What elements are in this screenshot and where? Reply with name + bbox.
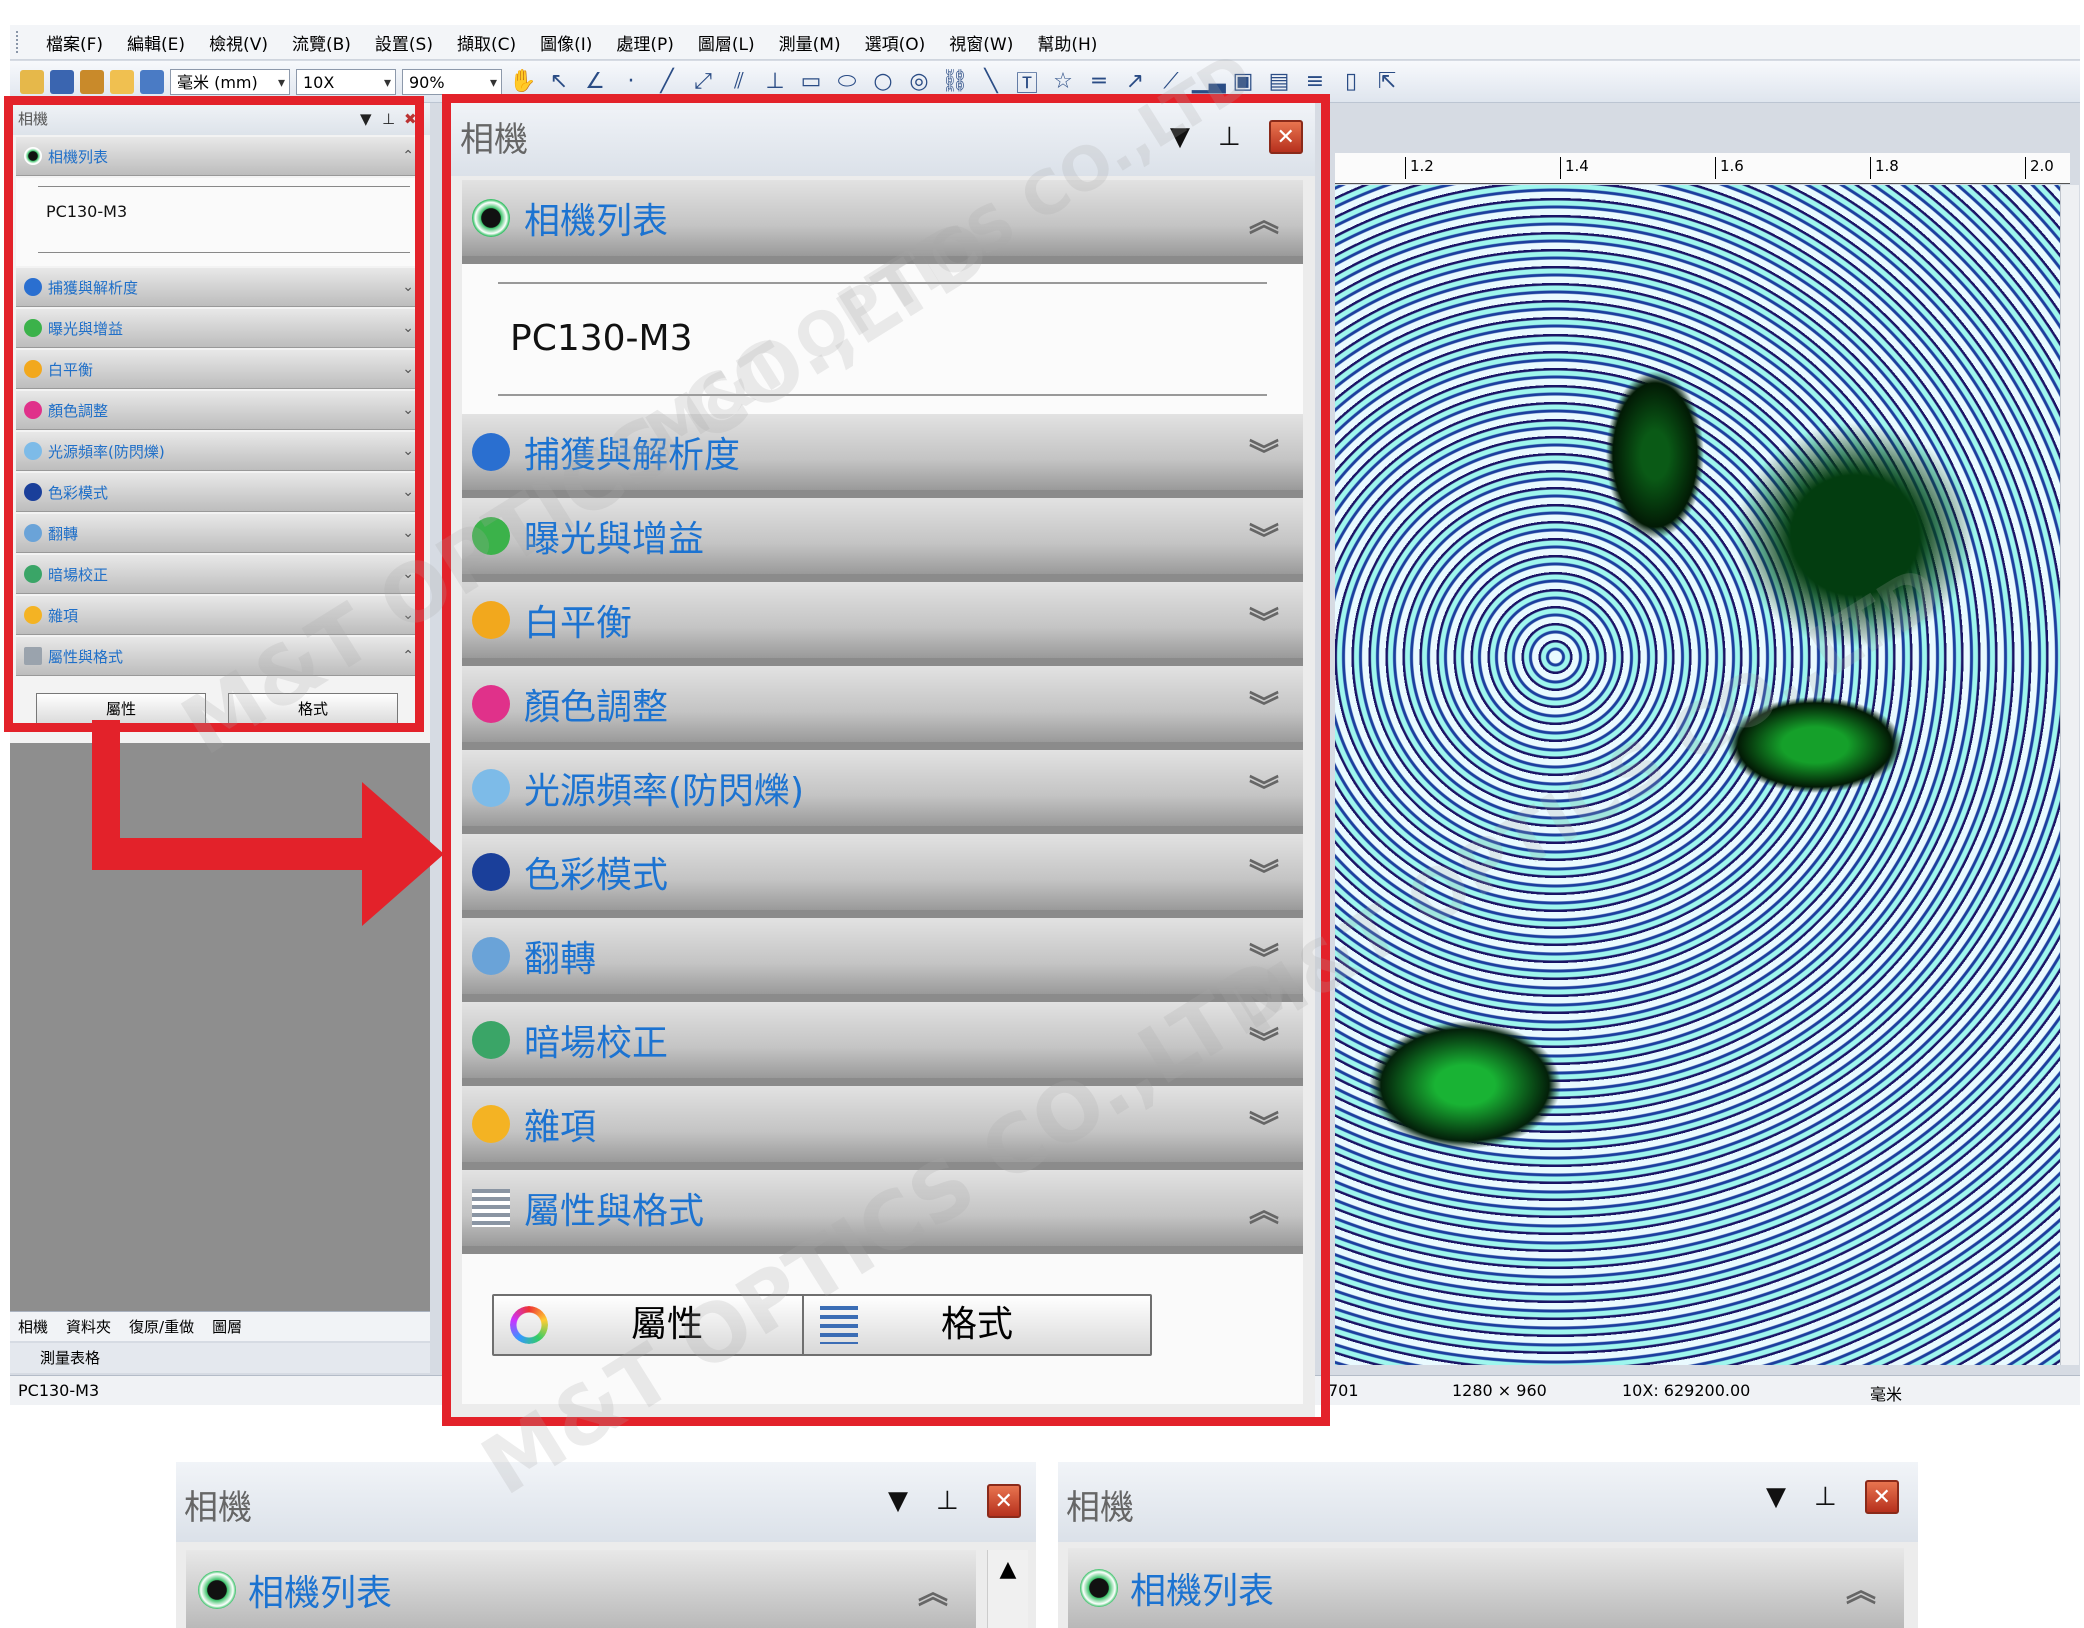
text-tool-icon[interactable]: 🅃 — [1012, 66, 1042, 98]
menu-layer[interactable]: 圖層(L) — [686, 30, 767, 55]
close-icon[interactable]: ✕ — [986, 1484, 1021, 1518]
scale-bar-icon[interactable]: ═ — [1084, 69, 1114, 94]
menu-browse[interactable]: 流覽(B) — [280, 30, 363, 55]
zoom-select[interactable]: 90% — [402, 68, 502, 96]
camera-list-label: 相機列表 — [248, 1573, 393, 1614]
menu-window[interactable]: 視窗(W) — [937, 30, 1025, 55]
collapse-icon[interactable]: ︽ — [918, 1568, 948, 1612]
collapse-icon[interactable]: ︽ — [1846, 1566, 1876, 1610]
pointer-icon[interactable]: ↖ — [544, 69, 574, 94]
status-resolution: 1280 × 960 — [1452, 1381, 1547, 1400]
ruler-label: 2.0 — [2025, 157, 2054, 179]
open-icon[interactable] — [20, 69, 44, 94]
ruler-label: 1.2 — [1405, 157, 1434, 179]
tab-camera[interactable]: 相機 — [18, 1316, 48, 1337]
menu-measure[interactable]: 測量(M) — [767, 30, 853, 55]
menu-grip — [16, 31, 24, 53]
menu-image[interactable]: 圖像(I) — [528, 30, 604, 55]
horizontal-ruler: 1.2 1.4 1.6 1.8 2.0 — [1335, 153, 2070, 184]
camera-panel-title-bar: 相機 ▼ ⊥ ✕ — [1058, 1462, 1918, 1542]
menu-options[interactable]: 選項(O) — [853, 30, 938, 55]
close-icon[interactable]: ✕ — [1864, 1480, 1899, 1514]
rectangle-tool-icon[interactable]: ▭ — [796, 69, 826, 94]
scrollbar[interactable]: ▲ — [987, 1550, 1028, 1628]
camera-list-label: 相機列表 — [1130, 1571, 1275, 1612]
status-unit: 毫米 — [1870, 1385, 1903, 1404]
menu-process[interactable]: 處理(P) — [604, 30, 686, 55]
save-icon[interactable] — [50, 69, 74, 94]
camera-panel-bottom-left: 相機 ▼ ⊥ ✕ 相機列表 ︽ ▲ — [176, 1462, 1036, 1628]
polyline-tool-icon[interactable]: ⤢ — [688, 69, 718, 94]
camera-icon — [1080, 1569, 1118, 1607]
save-all-icon[interactable] — [80, 69, 104, 94]
menu-help[interactable]: 幫助(H) — [1025, 30, 1109, 55]
tab-folder[interactable]: 資料夾 — [66, 1316, 111, 1337]
status-camera: PC130-M3 — [18, 1381, 100, 1400]
tab-measure-table[interactable]: 測量表格 — [10, 1343, 430, 1373]
menu-edit[interactable]: 編輯(E) — [115, 30, 197, 55]
unit-select[interactable]: 毫米 (mm) — [170, 68, 290, 96]
parallel-tool-icon[interactable]: ⫽ — [724, 69, 754, 94]
callout-arrow-icon — [92, 720, 444, 926]
ellipse-tool-icon[interactable]: ⬭ — [832, 69, 862, 94]
polygon-tool-icon[interactable]: ☆ — [1048, 69, 1078, 94]
panel-controls: ▼ ⊥ ✕ — [1766, 1480, 1899, 1514]
circle-tool-icon[interactable]: ○ — [868, 69, 898, 94]
menu-setup[interactable]: 設置(S) — [363, 30, 445, 55]
point-tool-icon[interactable]: · — [616, 69, 646, 94]
pin-icon[interactable]: ⊥ — [936, 1486, 959, 1516]
concentric-tool-icon[interactable]: ◎ — [904, 69, 934, 94]
layers-icon[interactable]: ▤ — [1264, 69, 1294, 94]
panel-controls: ▼ ⊥ ✕ — [888, 1484, 1021, 1518]
status-coordinate: 701 — [1328, 1381, 1359, 1400]
tab-undo-redo[interactable]: 復原/重做 — [129, 1316, 194, 1337]
camera-icon — [198, 1571, 236, 1609]
ruler-label: 1.8 — [1870, 157, 1899, 179]
menu-capture[interactable]: 擷取(C) — [445, 30, 528, 55]
camera-list-header[interactable]: 相機列表 ︽ — [186, 1550, 976, 1628]
camera-panel-title-bar: 相機 ▼ ⊥ ✕ — [176, 1462, 1036, 1542]
ruler-label: 1.4 — [1560, 157, 1589, 179]
vertical-scrollbar[interactable] — [2060, 185, 2079, 1365]
pin-icon[interactable]: ⊥ — [1814, 1482, 1837, 1512]
ruler-label: 1.6 — [1715, 157, 1744, 179]
camera-list-header[interactable]: 相機列表 ︽ — [1068, 1548, 1904, 1628]
status-calibration: 10X: 629200.00 — [1622, 1381, 1751, 1400]
camera-panel-bottom-right: 相機 ▼ ⊥ ✕ 相機列表 ︽ — [1058, 1462, 1918, 1628]
perpendicular-tool-icon[interactable]: ⊥ — [760, 69, 790, 94]
panel-title: 相機 — [184, 1488, 252, 1528]
align-icon[interactable]: ≡ — [1300, 69, 1330, 94]
grid-icon[interactable] — [140, 69, 164, 94]
dropdown-icon[interactable]: ▼ — [1766, 1482, 1786, 1512]
angle-tool-icon[interactable]: ∠ — [580, 69, 610, 94]
dropdown-icon[interactable]: ▼ — [888, 1486, 908, 1516]
magnification-select[interactable]: 10X — [296, 68, 396, 96]
link-tool-icon[interactable]: ⛓ — [940, 69, 970, 94]
document-icon[interactable]: ▯ — [1336, 69, 1366, 94]
arc-tool-icon[interactable]: ╲ — [976, 69, 1006, 94]
tab-layers[interactable]: 圖層 — [212, 1316, 242, 1337]
panel-title: 相機 — [1066, 1488, 1134, 1528]
menu-bar: 檔案(F) 編輯(E) 檢視(V) 流覽(B) 設置(S) 擷取(C) 圖像(I… — [10, 25, 2080, 60]
dock-tabs: 相機 資料夾 復原/重做 圖層 — [10, 1311, 430, 1341]
line-tool-icon[interactable]: ╱ — [652, 69, 682, 94]
export-icon[interactable]: ⇱ — [1372, 69, 1402, 94]
hand-tool-icon[interactable]: ✋ — [508, 69, 538, 94]
menu-file[interactable]: 檔案(F) — [34, 30, 115, 55]
menu-view[interactable]: 檢視(V) — [197, 30, 280, 55]
folder-icon[interactable] — [110, 69, 134, 94]
